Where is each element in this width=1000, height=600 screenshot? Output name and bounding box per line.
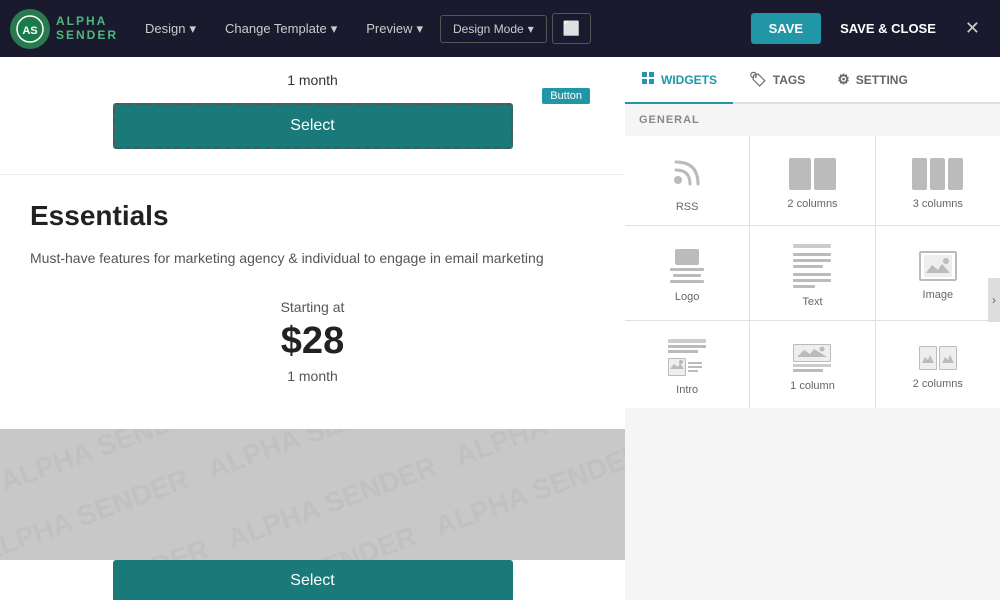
tab-tags[interactable]: 🏷 TAGS <box>733 57 821 104</box>
top-price-section: 1 month Button Select <box>0 57 625 175</box>
save-button[interactable]: SAVE <box>751 13 821 44</box>
tab-tags-label: TAGS <box>773 73 805 87</box>
chevron-down-icon: ▾ <box>331 21 338 37</box>
main-layout: ALPHA SENDER ALPHA SENDER ALPHA SENDER A… <box>0 57 1000 600</box>
widget-logo-label: Logo <box>675 291 699 303</box>
tab-widgets[interactable]: WIDGETS <box>625 57 733 104</box>
2col-icon <box>789 158 836 190</box>
widgets-grid: RSS 2 columns 3 columns <box>625 136 1000 408</box>
essentials-desc: Must-have features for marketing agency … <box>30 247 595 269</box>
right-panel: WIDGETS 🏷 TAGS ⚙ SETTING GENERAL <box>625 57 1000 600</box>
bottom-select-area: Select <box>0 560 625 600</box>
tags-icon: 🏷 <box>749 71 767 88</box>
logo-widget-icon <box>670 249 704 283</box>
close-button[interactable]: ✕ <box>955 12 990 45</box>
widget-image-label: Image <box>923 289 954 301</box>
widget-rss[interactable]: RSS <box>625 136 749 225</box>
rss-icon <box>670 154 704 193</box>
chevron-down-icon: ▾ <box>189 21 196 37</box>
widget-2col-label: 2 columns <box>787 198 837 210</box>
widget-intro-label: Intro <box>676 384 698 396</box>
widget-intro[interactable]: Intro <box>625 321 749 408</box>
price-period: 1 month <box>30 368 595 384</box>
widget-2col2-label: 2 columns <box>913 378 963 390</box>
general-section-header: GENERAL <box>625 104 1000 136</box>
image-widget-icon <box>919 251 957 281</box>
canvas-area: ALPHA SENDER ALPHA SENDER ALPHA SENDER A… <box>0 57 625 600</box>
top-navigation: AS ALPHA SENDER Design ▾ Change Template… <box>0 0 1000 57</box>
panel-tabs: WIDGETS 🏷 TAGS ⚙ SETTING <box>625 57 1000 104</box>
starting-at-label: Starting at <box>30 299 595 315</box>
logo-area: AS ALPHA SENDER <box>10 9 118 49</box>
widget-1col[interactable]: 1 column <box>750 321 874 408</box>
logo-circle: AS <box>10 9 50 49</box>
price-display: $28 <box>30 320 595 363</box>
design-menu-button[interactable]: Design ▾ <box>133 13 208 45</box>
tab-widgets-label: WIDGETS <box>661 73 717 87</box>
widget-2col[interactable]: 2 columns <box>750 136 874 225</box>
essentials-section: Essentials Must-have features for market… <box>0 175 625 429</box>
intro-widget-icon <box>668 339 706 376</box>
widget-text-label: Text <box>802 296 822 308</box>
chevron-down-icon: ▾ <box>528 22 534 36</box>
panel-collapse-arrow[interactable]: › <box>988 278 1000 322</box>
save-close-button[interactable]: SAVE & CLOSE <box>826 13 950 44</box>
widget-logo[interactable]: Logo <box>625 226 749 320</box>
select-button-bottom[interactable]: Select <box>113 560 513 600</box>
preview-button[interactable]: Preview ▾ <box>354 13 435 45</box>
design-mode-button[interactable]: Design Mode ▾ <box>440 15 547 43</box>
2col2-icon <box>919 346 957 370</box>
tab-setting-label: SETTING <box>856 73 908 87</box>
essentials-title: Essentials <box>30 200 595 232</box>
button-tooltip-label: Button <box>542 88 590 104</box>
price-month-top: 1 month <box>20 72 605 88</box>
gear-icon: ⚙ <box>837 71 850 88</box>
widget-1col-label: 1 column <box>790 380 835 392</box>
change-template-button[interactable]: Change Template ▾ <box>213 13 349 45</box>
svg-text:AS: AS <box>22 25 37 37</box>
button-container: Button Select <box>20 103 605 149</box>
chevron-down-icon: ▾ <box>416 21 423 37</box>
widget-2col2[interactable]: 2 columns <box>876 321 1000 408</box>
widget-text[interactable]: Text <box>750 226 874 320</box>
widgets-icon <box>641 71 655 88</box>
monitor-icon-button[interactable]: ⬜ <box>552 13 591 44</box>
text-widget-icon <box>793 244 831 288</box>
widget-image[interactable]: Image <box>876 226 1000 320</box>
logo-text: ALPHA SENDER <box>56 15 118 41</box>
tab-setting[interactable]: ⚙ SETTING <box>821 57 924 104</box>
1col-icon <box>793 344 831 372</box>
widget-rss-label: RSS <box>676 201 699 213</box>
3col-icon <box>912 158 963 190</box>
widget-3col[interactable]: 3 columns <box>876 136 1000 225</box>
select-button-top[interactable]: Select <box>113 103 513 149</box>
widget-3col-label: 3 columns <box>913 198 963 210</box>
